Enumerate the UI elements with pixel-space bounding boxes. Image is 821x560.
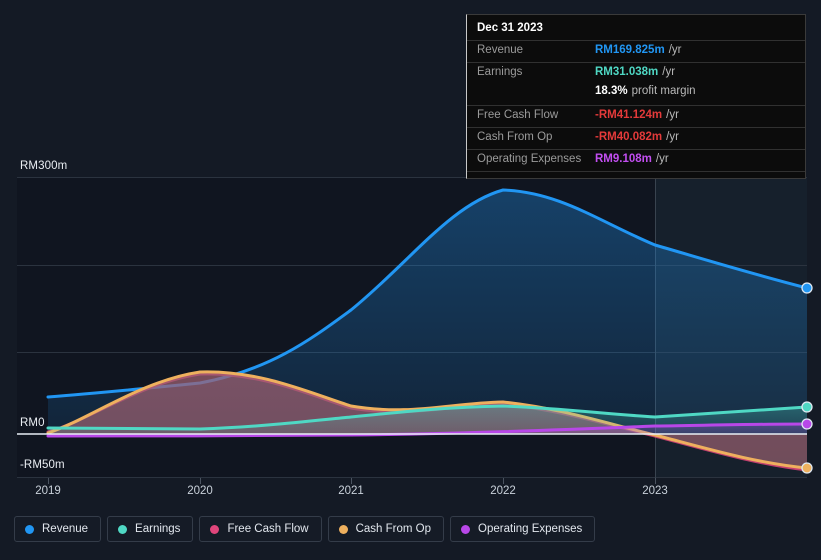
tooltip-row-earnings: Earnings RM31.038m /yr [467,62,805,84]
tooltip-unit-revenue: /yr [668,44,682,56]
tooltip-value-operating-expenses: RM9.108m [595,153,652,165]
tooltip-label-profit-margin: profit margin [631,85,696,97]
tooltip-row-cash-from-op: Cash From Op -RM40.082m /yr [467,127,805,149]
legend-item-revenue[interactable]: Revenue [14,516,102,542]
y-axis-label-bottom: -RM50m [20,459,65,471]
tooltip-label-free-cash-flow: Free Cash Flow [477,109,559,121]
legend-item-operating-expenses[interactable]: Operating Expenses [450,516,596,542]
endpoint-earnings [801,401,813,413]
tooltip-row-revenue: Revenue RM169.825m /yr [467,40,805,62]
tooltip-label-earnings: Earnings [477,66,523,78]
tooltip-label-operating-expenses: Operating Expenses [477,153,582,165]
tooltip-value-profit-margin: 18.3% [595,85,628,97]
y-axis-label-top: RM300m [20,160,68,172]
chart-legend: Revenue Earnings Free Cash Flow Cash Fro… [14,516,596,542]
y-axis-label-zero: RM0 [20,417,45,429]
legend-label-operating-expenses: Operating Expenses [478,523,583,535]
tooltip-value-revenue: RM169.825m [595,44,665,56]
tooltip-date: Dec 31 2023 [477,22,543,34]
tooltip-unit-earnings: /yr [662,66,676,78]
endpoint-revenue [801,282,813,294]
legend-dot-icon-earnings [118,524,128,534]
tooltip-unit-cash-from-op: /yr [666,131,679,143]
x-axis-label-2023: 2023 [642,485,668,497]
x-axis-label-2019: 2019 [35,485,61,497]
legend-dot-icon-revenue [25,524,34,534]
tooltip-value-earnings: RM31.038m [595,66,659,78]
endpoint-cash-from-op [801,462,813,474]
tooltip-value-cash-from-op: -RM40.082m [595,131,663,143]
tooltip-unit-operating-expenses: /yr [655,153,669,165]
legend-item-cash-from-op[interactable]: Cash From Op [327,516,445,542]
tooltip-unit-free-cash-flow: /yr [666,109,679,121]
tooltip-row-operating-expenses: Operating Expenses RM9.108m /yr [467,149,805,171]
legend-label-revenue: Revenue [42,523,89,535]
tooltip-row-free-cash-flow: Free Cash Flow -RM41.124m /yr [467,105,805,127]
data-tooltip: Dec 31 2023 Revenue RM169.825m /yr Earni… [466,14,806,179]
x-axis-label-2020: 2020 [187,485,213,497]
axis-ticks-x [48,478,656,484]
legend-dot-icon-cash-from-op [338,524,348,534]
tooltip-label-revenue: Revenue [477,44,524,56]
tooltip-label-cash-from-op: Cash From Op [477,131,553,143]
tooltip-row-profit-margin: 18.3% profit margin [467,84,805,105]
legend-label-cash-from-op: Cash From Op [355,523,432,535]
x-axis-label-2021: 2021 [338,485,364,497]
tooltip-value-free-cash-flow: -RM41.124m [595,109,663,121]
financial-performance-chart: RM300m RM0 -RM50m 2019 2020 2021 2022 20… [0,0,821,560]
x-axis-label-2022: 2022 [490,485,516,497]
legend-label-free-cash-flow: Free Cash Flow [227,523,309,535]
legend-dot-icon-operating-expenses [461,524,471,534]
legend-dot-icon-free-cash-flow [210,524,220,534]
tooltip-footer-divider [467,171,805,178]
legend-item-earnings[interactable]: Earnings [107,516,194,542]
legend-item-free-cash-flow[interactable]: Free Cash Flow [199,516,322,542]
endpoint-operating-expenses [801,418,813,430]
legend-label-earnings: Earnings [135,523,181,535]
